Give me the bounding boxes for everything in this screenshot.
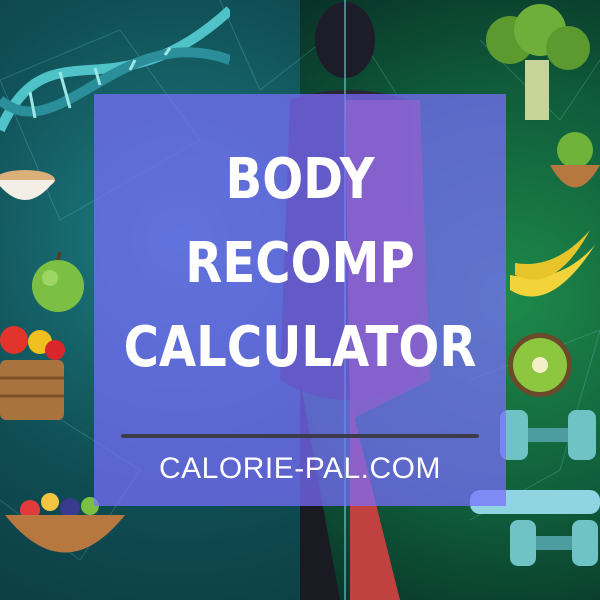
vegetable-basket-icon: [0, 326, 65, 420]
salad-bowl-icon: [550, 132, 600, 188]
kiwi-icon: [508, 333, 572, 397]
divider: [121, 434, 479, 438]
cereal-bowl-icon: [0, 170, 55, 200]
title-line-2: RECOMP: [185, 231, 415, 296]
title-line-3: CALCULATOR: [123, 315, 477, 380]
bananas-icon: [510, 230, 595, 297]
green-apple-icon: [32, 251, 84, 312]
title-line-1: BODY: [225, 147, 375, 212]
promo-graphic: BODY RECOMP CALCULATOR CALORIE-PAL.COM: [0, 0, 600, 600]
website-url: CALORIE-PAL.COM: [159, 452, 441, 485]
